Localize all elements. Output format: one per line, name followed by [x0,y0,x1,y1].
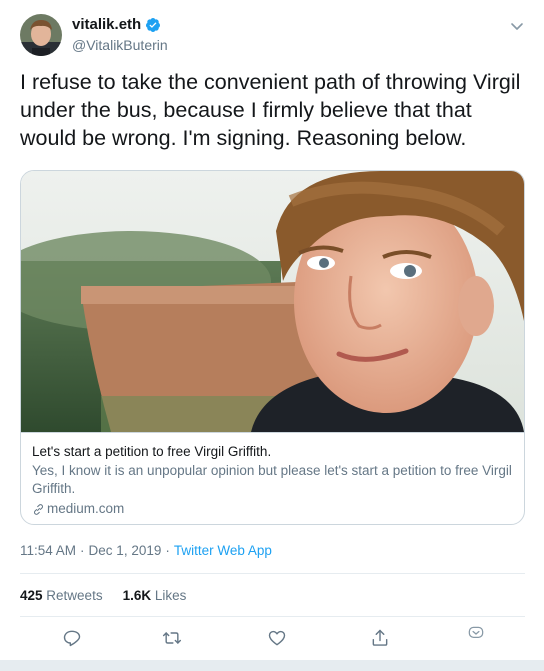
retweet-icon[interactable] [162,628,184,650]
tweet-card: vitalik.eth @VitalikButerin I refuse to … [0,0,544,671]
reply-icon[interactable] [62,628,84,650]
divider [20,616,525,617]
tweet-meta: 11:54 AM · Dec 1, 2019 · Twitter Web App [20,543,272,558]
heart-icon[interactable] [267,628,289,650]
tweet-text: I refuse to take the convenient path of … [20,70,521,150]
tweet-stats: 425 Retweets 1.6K Likes [20,588,206,603]
card-description: Yes, I know it is an unpopular opinion b… [32,463,512,496]
retweets-label[interactable]: Retweets [46,588,102,603]
chevron-down-icon[interactable] [509,18,525,34]
meta-separator: · [165,543,170,558]
tweet-time[interactable]: 11:54 AM [20,543,76,558]
link-preview-card[interactable]: Let's start a petition to free Virgil Gr… [20,170,525,525]
card-image[interactable] [21,171,524,432]
tweet-date[interactable]: Dec 1, 2019 [89,543,162,558]
share-icon[interactable] [370,628,392,650]
divider [20,573,525,574]
display-name[interactable]: vitalik.eth [72,16,141,33]
retweets-count[interactable]: 425 [20,588,43,603]
card-domain: medium.com [32,500,512,518]
retweets-stat[interactable]: 425 Retweets [20,588,103,603]
bottom-border [0,660,544,671]
chevron-circle-icon[interactable] [466,624,488,646]
likes-label[interactable]: Likes [155,588,187,603]
meta-separator: · [80,543,85,558]
avatar[interactable] [20,14,62,56]
display-name-row[interactable]: vitalik.eth [72,16,161,33]
link-icon [34,503,43,515]
likes-stat[interactable]: 1.6K Likes [123,588,187,603]
likes-count[interactable]: 1.6K [123,588,152,603]
tweet-source-link[interactable]: Twitter Web App [174,543,272,558]
user-handle[interactable]: @VitalikButerin [72,37,168,53]
card-body[interactable]: Let's start a petition to free Virgil Gr… [21,432,524,524]
card-domain-text: medium.com [47,501,125,516]
tweet-actions [0,626,544,650]
verified-badge-icon [145,17,161,33]
card-title[interactable]: Let's start a petition to free Virgil Gr… [32,443,512,461]
